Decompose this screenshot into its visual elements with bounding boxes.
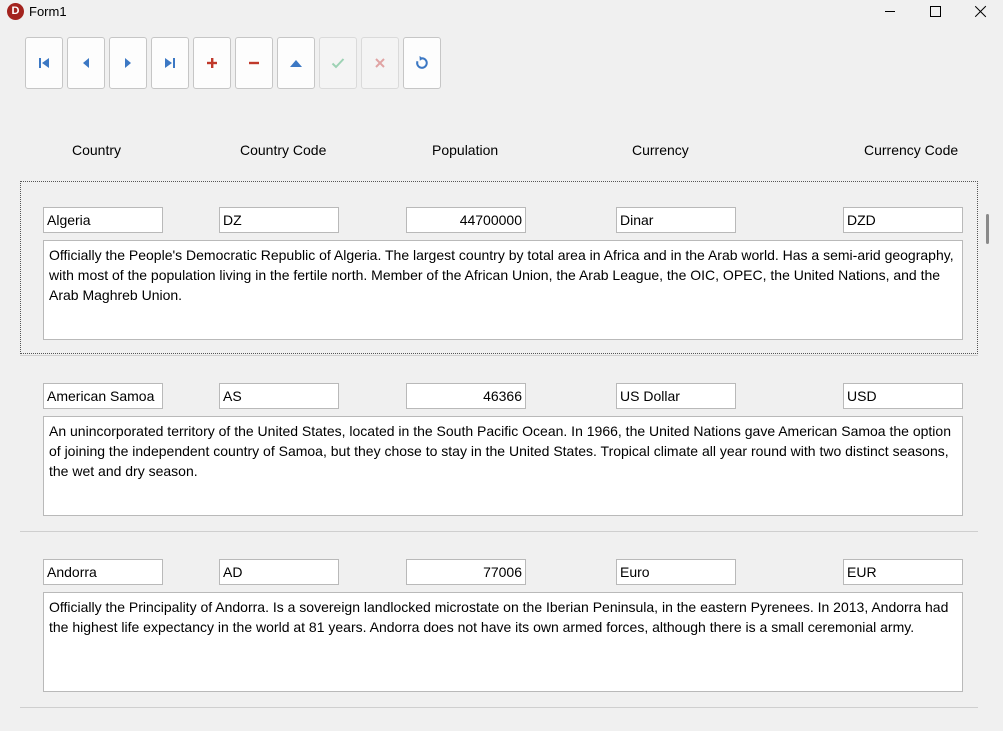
first-record-button[interactable] xyxy=(25,37,63,89)
description-memo[interactable]: Officially the People's Democratic Repub… xyxy=(43,240,963,340)
country-field[interactable]: Andorra xyxy=(43,559,163,585)
scrollbar-thumb[interactable] xyxy=(986,214,989,244)
header-country: Country xyxy=(72,142,122,158)
delete-record-button[interactable] xyxy=(235,37,273,89)
plus-icon xyxy=(207,58,217,68)
first-icon xyxy=(39,58,49,68)
maximize-icon xyxy=(929,6,941,17)
currency-field[interactable]: Dinar xyxy=(616,207,736,233)
x-icon xyxy=(375,58,385,68)
country-code-field[interactable]: DZ xyxy=(219,207,339,233)
population-field[interactable]: 77006 xyxy=(406,559,526,585)
minimize-icon xyxy=(885,11,895,12)
currency-field[interactable]: US Dollar xyxy=(616,383,736,409)
header-population: Population xyxy=(432,142,499,158)
population-field[interactable]: 46366 xyxy=(406,383,526,409)
cancel-record-button[interactable] xyxy=(361,37,399,89)
refresh-icon xyxy=(416,56,428,69)
description-memo[interactable]: Officially the Principality of Andorra. … xyxy=(43,592,963,692)
maximize-button[interactable] xyxy=(913,0,957,23)
check-icon xyxy=(331,58,345,69)
currency-field[interactable]: Euro xyxy=(616,559,736,585)
country-field[interactable]: Algeria xyxy=(43,207,163,233)
country-code-field[interactable]: AS xyxy=(219,383,339,409)
header-currency-code: Currency Code xyxy=(864,142,959,158)
next-icon xyxy=(125,58,131,68)
currency-code-field[interactable]: USD xyxy=(843,383,963,409)
currency-code-field[interactable]: EUR xyxy=(843,559,963,585)
currency-code-field[interactable]: DZD xyxy=(843,207,963,233)
post-record-button[interactable] xyxy=(319,37,357,89)
header-country-code: Country Code xyxy=(240,142,327,158)
title-bar: D Form1 xyxy=(0,0,1003,23)
refresh-record-button[interactable] xyxy=(403,37,441,89)
country-code-field[interactable]: AD xyxy=(219,559,339,585)
prior-icon xyxy=(83,58,89,68)
description-memo[interactable]: An unincorporated territory of the Unite… xyxy=(43,416,963,516)
row-separator xyxy=(20,355,978,356)
country-field[interactable]: American Samoa xyxy=(43,383,163,409)
window-title: Form1 xyxy=(29,4,67,19)
edit-record-button[interactable] xyxy=(277,37,315,89)
minimize-button[interactable] xyxy=(868,0,912,23)
minus-icon xyxy=(249,61,259,65)
row-separator xyxy=(20,531,978,532)
close-button[interactable] xyxy=(958,0,1002,23)
header-currency: Currency xyxy=(632,142,689,158)
population-field[interactable]: 44700000 xyxy=(406,207,526,233)
up-icon xyxy=(290,60,302,67)
app-icon: D xyxy=(7,3,24,20)
insert-record-button[interactable] xyxy=(193,37,231,89)
prior-record-button[interactable] xyxy=(67,37,105,89)
row-separator xyxy=(20,707,978,708)
last-icon xyxy=(165,58,175,68)
close-icon xyxy=(974,5,987,18)
next-record-button[interactable] xyxy=(109,37,147,89)
last-record-button[interactable] xyxy=(151,37,189,89)
